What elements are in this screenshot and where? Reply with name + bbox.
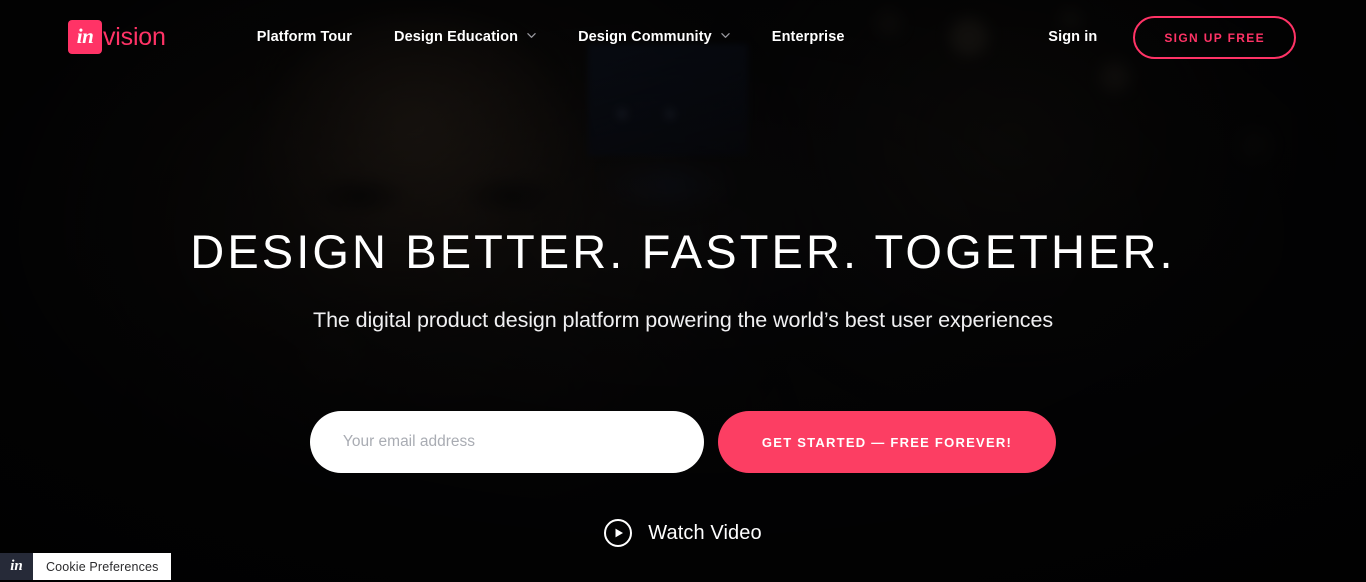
email-input[interactable]: [309, 411, 704, 473]
invision-logo[interactable]: in vision: [68, 20, 166, 54]
cookie-preferences-widget: in Cookie Preferences: [0, 553, 172, 580]
page-hero-section: in vision Platform Tour Design Education…: [0, 0, 1366, 582]
watch-video-label: Watch Video: [648, 521, 762, 544]
nav-item-design-community[interactable]: Design Community: [557, 23, 751, 51]
header-actions: Sign in SIGN UP FREE: [1048, 15, 1296, 59]
play-circle-icon: [604, 519, 633, 547]
nav-item-enterprise[interactable]: Enterprise: [751, 23, 866, 51]
site-header: in vision Platform Tour Design Education…: [0, 0, 1366, 74]
cookie-preferences-badge-icon[interactable]: in: [0, 553, 33, 580]
nav-item-design-education[interactable]: Design Education: [373, 23, 557, 51]
hero-content: DESIGN BETTER. FASTER. TOGETHER. The dig…: [0, 0, 1366, 582]
chevron-down-icon: [527, 31, 536, 40]
chevron-down-icon: [721, 31, 730, 40]
signup-form: GET STARTED — FREE FOREVER!: [309, 411, 1057, 473]
nav-item-label: Design Community: [578, 29, 712, 45]
sign-in-link[interactable]: Sign in: [1048, 29, 1097, 45]
main-navigation: Platform Tour Design Education Design Co…: [236, 23, 866, 51]
hero-subheadline: The digital product design platform powe…: [313, 308, 1053, 332]
watch-video-link[interactable]: Watch Video: [604, 519, 762, 547]
nav-item-platform-tour[interactable]: Platform Tour: [236, 23, 373, 51]
invision-logo-wordmark: vision: [103, 22, 166, 51]
invision-logo-mark: in: [68, 20, 102, 54]
nav-item-label: Platform Tour: [256, 29, 352, 45]
cookie-preferences-button[interactable]: Cookie Preferences: [33, 553, 172, 580]
nav-item-label: Design Education: [394, 29, 519, 45]
hero-headline: DESIGN BETTER. FASTER. TOGETHER.: [190, 225, 1176, 278]
sign-up-free-button[interactable]: SIGN UP FREE: [1133, 15, 1296, 59]
get-started-button[interactable]: GET STARTED — FREE FOREVER!: [717, 411, 1057, 473]
nav-item-label: Enterprise: [771, 29, 845, 45]
